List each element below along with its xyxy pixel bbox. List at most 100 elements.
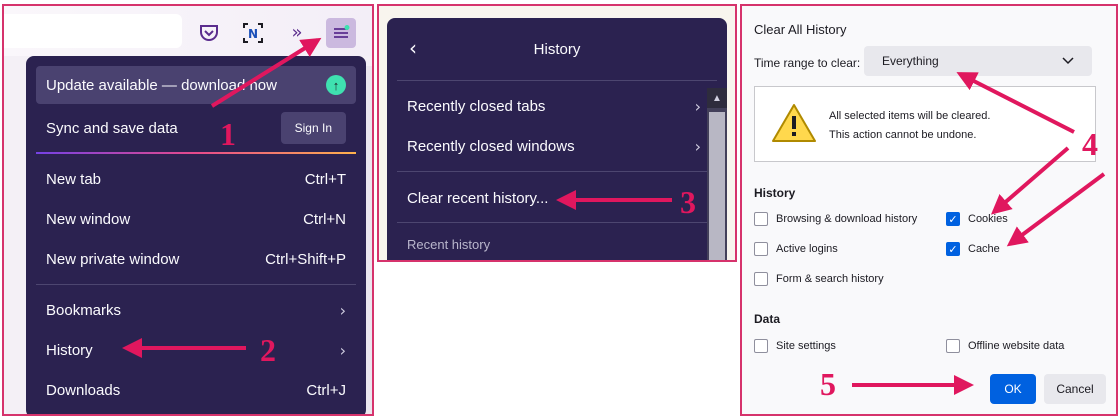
back-arrow-icon[interactable]: ‹ [409, 36, 417, 60]
history-menu-panel: History ‹ Recently closed tabs › Recentl… [377, 4, 737, 262]
sign-in-button[interactable]: Sign In [280, 112, 346, 144]
account-separator [36, 152, 356, 154]
menu-item-label: Downloads [46, 381, 121, 399]
warning-icon [772, 104, 816, 142]
sync-row: Sync and save data Sign In [26, 108, 366, 148]
time-range-label: Time range to clear: [754, 56, 861, 70]
menu-separator [397, 80, 717, 81]
warning-line-2: This action cannot be undone. [829, 129, 977, 141]
update-arrow-icon: ↑ [326, 75, 346, 95]
history-menu-title: History [533, 40, 581, 58]
chevron-right-icon: › [694, 136, 701, 156]
pocket-icon [200, 25, 218, 41]
history-scrollbar[interactable]: ▲ [707, 88, 727, 260]
scroll-up-icon[interactable]: ▲ [707, 88, 727, 108]
screenshot-button[interactable]: N [238, 18, 268, 48]
browsing-history-option[interactable]: Browsing & download history [754, 212, 917, 226]
ok-button[interactable]: OK [990, 374, 1036, 404]
hamburger-menu-icon [334, 25, 350, 38]
recent-history-heading: Recent history [387, 224, 727, 260]
recent-history-label: Recent history [407, 236, 491, 252]
cookies-option[interactable]: ✓ Cookies [946, 212, 1008, 226]
warning-line-1: All selected items will be cleared. [829, 110, 991, 122]
menu-item-shortcut: Ctrl+T [304, 170, 346, 188]
history-menu: History ‹ Recently closed tabs › Recentl… [387, 18, 727, 260]
menu-item-label: Recently closed windows [407, 137, 575, 155]
browser-toolbar: N » [4, 6, 372, 56]
cancel-button[interactable]: Cancel [1044, 374, 1106, 404]
menu-item-history[interactable]: History › [26, 330, 366, 370]
active-logins-option[interactable]: Active logins [754, 242, 838, 256]
menu-item-label: New private window [46, 250, 180, 268]
chevron-right-icon: › [694, 96, 701, 116]
svg-text:N: N [248, 27, 258, 41]
clear-history-dialog: Clear All History Time range to clear: E… [740, 4, 1118, 416]
form-search-history-option[interactable]: Form & search history [754, 272, 884, 286]
step-number-1: 1 [220, 116, 236, 152]
checkbox-label: Form & search history [776, 273, 884, 285]
update-available-row[interactable]: Update available — download now ↑ [36, 66, 356, 104]
checkbox-label: Browsing & download history [776, 213, 918, 225]
history-section-heading: History [754, 186, 796, 200]
pocket-button[interactable] [194, 18, 224, 48]
data-section-heading: Data [754, 312, 781, 326]
chevron-right-icon: › [339, 300, 346, 320]
menu-item-label: Recently closed tabs [407, 97, 546, 115]
menu-item-bookmarks[interactable]: Bookmarks › [26, 290, 366, 330]
time-range-value: Everything [882, 54, 939, 68]
checkbox-label: Cache [968, 243, 1000, 255]
menu-item-shortcut: Ctrl+Shift+P [265, 250, 346, 268]
hamburger-menu-button[interactable] [326, 18, 356, 48]
menu-item-recently-closed-windows[interactable]: Recently closed windows › [387, 126, 727, 166]
menu-item-new-private-window[interactable]: New private window Ctrl+Shift+P [26, 239, 366, 279]
checkbox-label: Offline website data [968, 340, 1065, 352]
menu-item-label: Bookmarks [46, 301, 122, 319]
dialog-title: Clear All History [754, 22, 847, 37]
step-number-2: 2 [260, 332, 276, 368]
page-scrollbar [366, 66, 372, 414]
menu-item-downloads[interactable]: Downloads Ctrl+J [26, 370, 366, 410]
url-bar[interactable] [4, 14, 182, 48]
checkbox-label: Cookies [968, 213, 1008, 225]
checkbox-label: Active logins [776, 243, 838, 255]
step-number-5: 5 [820, 366, 836, 402]
browsing-history-checkbox[interactable] [754, 212, 768, 226]
checkbox-label: Site settings [776, 340, 836, 352]
menu-separator [36, 284, 356, 285]
menu-item-shortcut: Ctrl+J [306, 381, 346, 399]
menu-separator [397, 171, 717, 172]
menu-item-shortcut: Ctrl+N [303, 210, 346, 228]
sync-label: Sync and save data [46, 119, 178, 137]
overflow-chevrons-icon: » [291, 22, 303, 43]
menu-item-label: New window [46, 210, 131, 228]
menu-item-new-tab[interactable]: New tab Ctrl+T [26, 159, 366, 199]
offline-data-option[interactable]: Offline website data [946, 339, 1064, 353]
menu-item-label: Clear recent history... [407, 189, 549, 207]
form-search-history-checkbox[interactable] [754, 272, 768, 286]
warning-box: All selected items will be cleared. This… [754, 86, 1096, 162]
cache-option[interactable]: ✓ Cache [946, 242, 1000, 256]
cookies-checkbox[interactable]: ✓ [946, 212, 960, 226]
update-label: Update available — download now [46, 76, 277, 94]
menu-item-new-window[interactable]: New window Ctrl+N [26, 199, 366, 239]
menu-item-label: History [46, 341, 93, 359]
active-logins-checkbox[interactable] [754, 242, 768, 256]
cache-checkbox[interactable]: ✓ [946, 242, 960, 256]
site-settings-option[interactable]: Site settings [754, 339, 836, 353]
menu-item-label: New tab [46, 170, 102, 188]
menu-item-recently-closed-tabs[interactable]: Recently closed tabs › [387, 86, 727, 126]
step-number-4: 4 [1082, 126, 1098, 162]
offline-data-checkbox[interactable] [946, 339, 960, 353]
menu-item-clear-recent-history[interactable]: Clear recent history... [387, 178, 727, 218]
time-range-select[interactable]: Everything [864, 46, 1092, 76]
chevron-down-icon [1062, 57, 1074, 65]
history-menu-header: History [387, 18, 727, 80]
scroll-thumb[interactable] [709, 112, 725, 260]
site-settings-checkbox[interactable] [754, 339, 768, 353]
overflow-button[interactable]: » [282, 18, 312, 48]
app-menu-panel: N » Update available — download now ↑ Sy… [2, 4, 374, 416]
chevron-right-icon: › [339, 340, 346, 360]
step-number-3: 3 [680, 184, 696, 220]
app-menu: Update available — download now ↑ Sync a… [26, 56, 366, 414]
screenshot-icon: N [243, 23, 263, 43]
